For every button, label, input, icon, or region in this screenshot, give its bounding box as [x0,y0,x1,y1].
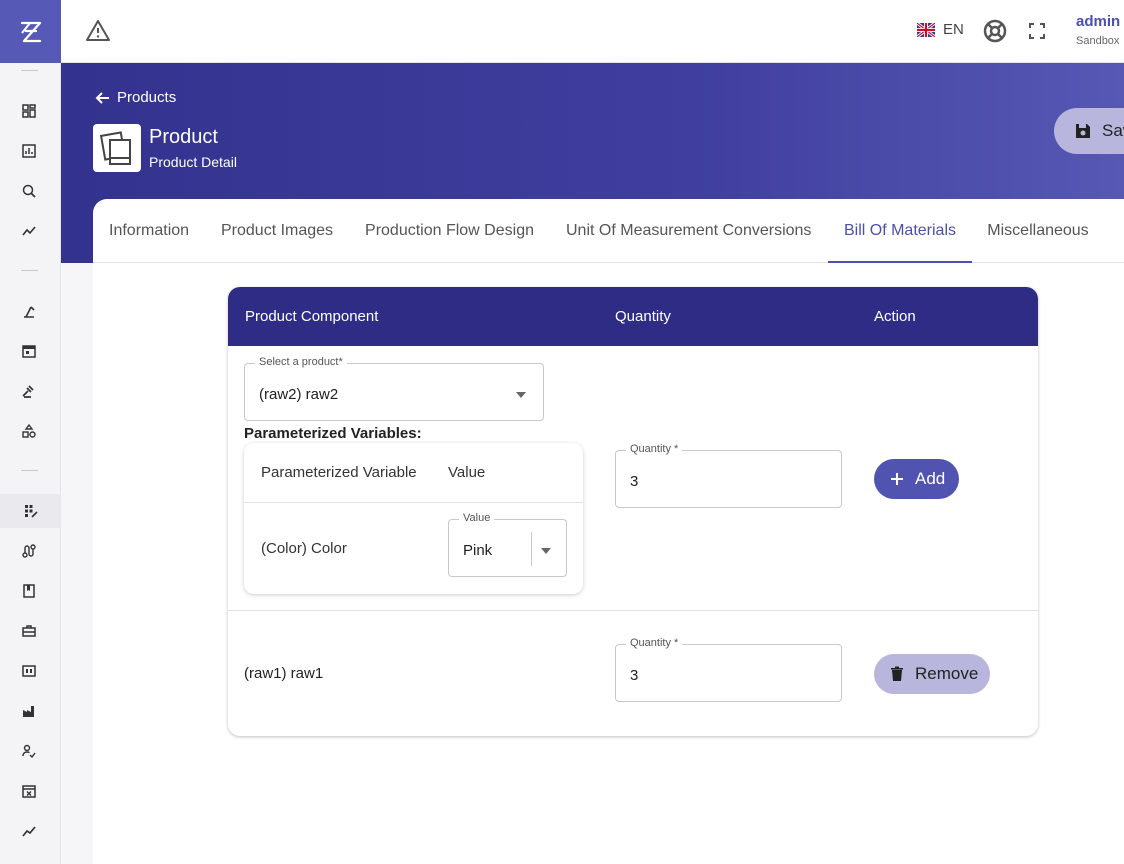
remove-label: Remove [915,664,979,683]
gavel-icon[interactable] [19,381,39,401]
help-lifebuoy-icon[interactable] [983,19,1007,43]
back-link[interactable]: Products [95,89,176,106]
back-label: Products [117,89,177,106]
add-button[interactable]: Add [874,459,959,499]
machine-icon[interactable] [19,661,39,681]
product-icon [93,124,141,172]
quantity-value: 3 [630,473,639,490]
tab-bill-of-materials[interactable]: Bill Of Materials [828,199,972,263]
remove-button[interactable]: Remove [874,654,990,694]
chevron-down-icon [516,392,526,398]
sidebar [0,0,61,864]
user-menu[interactable]: admin Sandbox [1076,13,1120,47]
tab-uom-conversions[interactable]: Unit Of Measurement Conversions [566,199,811,263]
tab-production-flow-design[interactable]: Production Flow Design [365,199,534,263]
product-select-label: Select a product* [255,356,347,368]
shapes-icon[interactable] [19,421,39,441]
tab-miscellaneous[interactable]: Miscellaneous [987,199,1089,263]
toolbox-icon[interactable] [19,621,39,641]
quantity-value: 3 [630,667,639,684]
arrow-left-icon [95,91,109,104]
product-select-value: (raw2) raw2 [259,386,339,403]
row-divider [228,610,1038,611]
language-selector[interactable]: EN [917,21,964,38]
page-title: Product [149,126,218,148]
quantity-field-row[interactable]: Quantity * 3 [615,637,842,702]
uk-flag-icon [917,22,935,37]
pv-header: Parameterized Variable Value [244,443,583,503]
topbar: EN admin Sandbox [61,0,1124,63]
user-check-icon[interactable] [19,741,39,761]
product-select[interactable]: Select a product* (raw2) raw2 [244,356,544,421]
logo-icon [20,21,41,42]
warning-icon[interactable] [85,18,111,44]
pv-column-value: Value [448,464,486,481]
pv-title: Parameterized Variables: [244,425,422,442]
product-grid-icon[interactable] [0,494,61,528]
save-label: Save [1102,121,1124,140]
quantity-label: Quantity * [626,443,683,455]
chevron-down-icon [541,548,551,554]
column-header-quantity: Quantity [615,308,671,325]
language-code: EN [943,21,964,38]
tab-bar: Information Product Images Production Fl… [93,199,1124,263]
pv-value-select[interactable]: Value Pink [448,512,567,577]
content-card: Information Product Images Production Fl… [93,199,1124,864]
app-logo[interactable] [0,0,61,63]
dashboard-icon[interactable] [19,101,39,121]
bom-table: Product Component Quantity Action Select… [228,287,1038,736]
calendar-cancel-icon[interactable] [19,781,39,801]
column-header-component: Product Component [245,308,379,325]
pv-value: Pink [463,542,493,559]
trend-icon[interactable] [19,221,39,241]
component-name: (raw1) raw1 [244,665,324,682]
chart-line-icon[interactable] [19,821,39,841]
precision-icon[interactable] [19,301,39,321]
analytics-search-icon[interactable] [19,181,39,201]
save-button[interactable]: Save [1054,108,1124,154]
factory-icon[interactable] [19,701,39,721]
column-header-action: Action [874,308,916,325]
quantity-label: Quantity * [626,637,683,649]
tab-information[interactable]: Information [109,199,189,263]
pv-variable-name: (Color) Color [261,540,347,557]
user-tenant: Sandbox [1076,35,1120,47]
user-name: admin [1076,13,1121,30]
pv-column-variable: Parameterized Variable [261,464,417,481]
pv-table: Parameterized Variable Value (Color) Col… [244,443,583,594]
book-icon[interactable] [19,581,39,601]
floppy-disk-icon [1076,124,1090,138]
quantity-field-new[interactable]: Quantity * 3 [615,443,842,508]
pv-value-label: Value [459,512,495,524]
table-header: Product Component Quantity Action [228,287,1038,346]
route-icon[interactable] [19,541,39,561]
tab-product-images[interactable]: Product Images [221,199,333,263]
trash-icon [891,666,903,681]
add-label: Add [915,469,946,488]
calendar-icon[interactable] [19,341,39,361]
plus-icon [891,473,903,485]
report-icon[interactable] [19,141,39,161]
fullscreen-icon[interactable] [1027,21,1047,41]
page-subtitle: Product Detail [149,154,237,170]
